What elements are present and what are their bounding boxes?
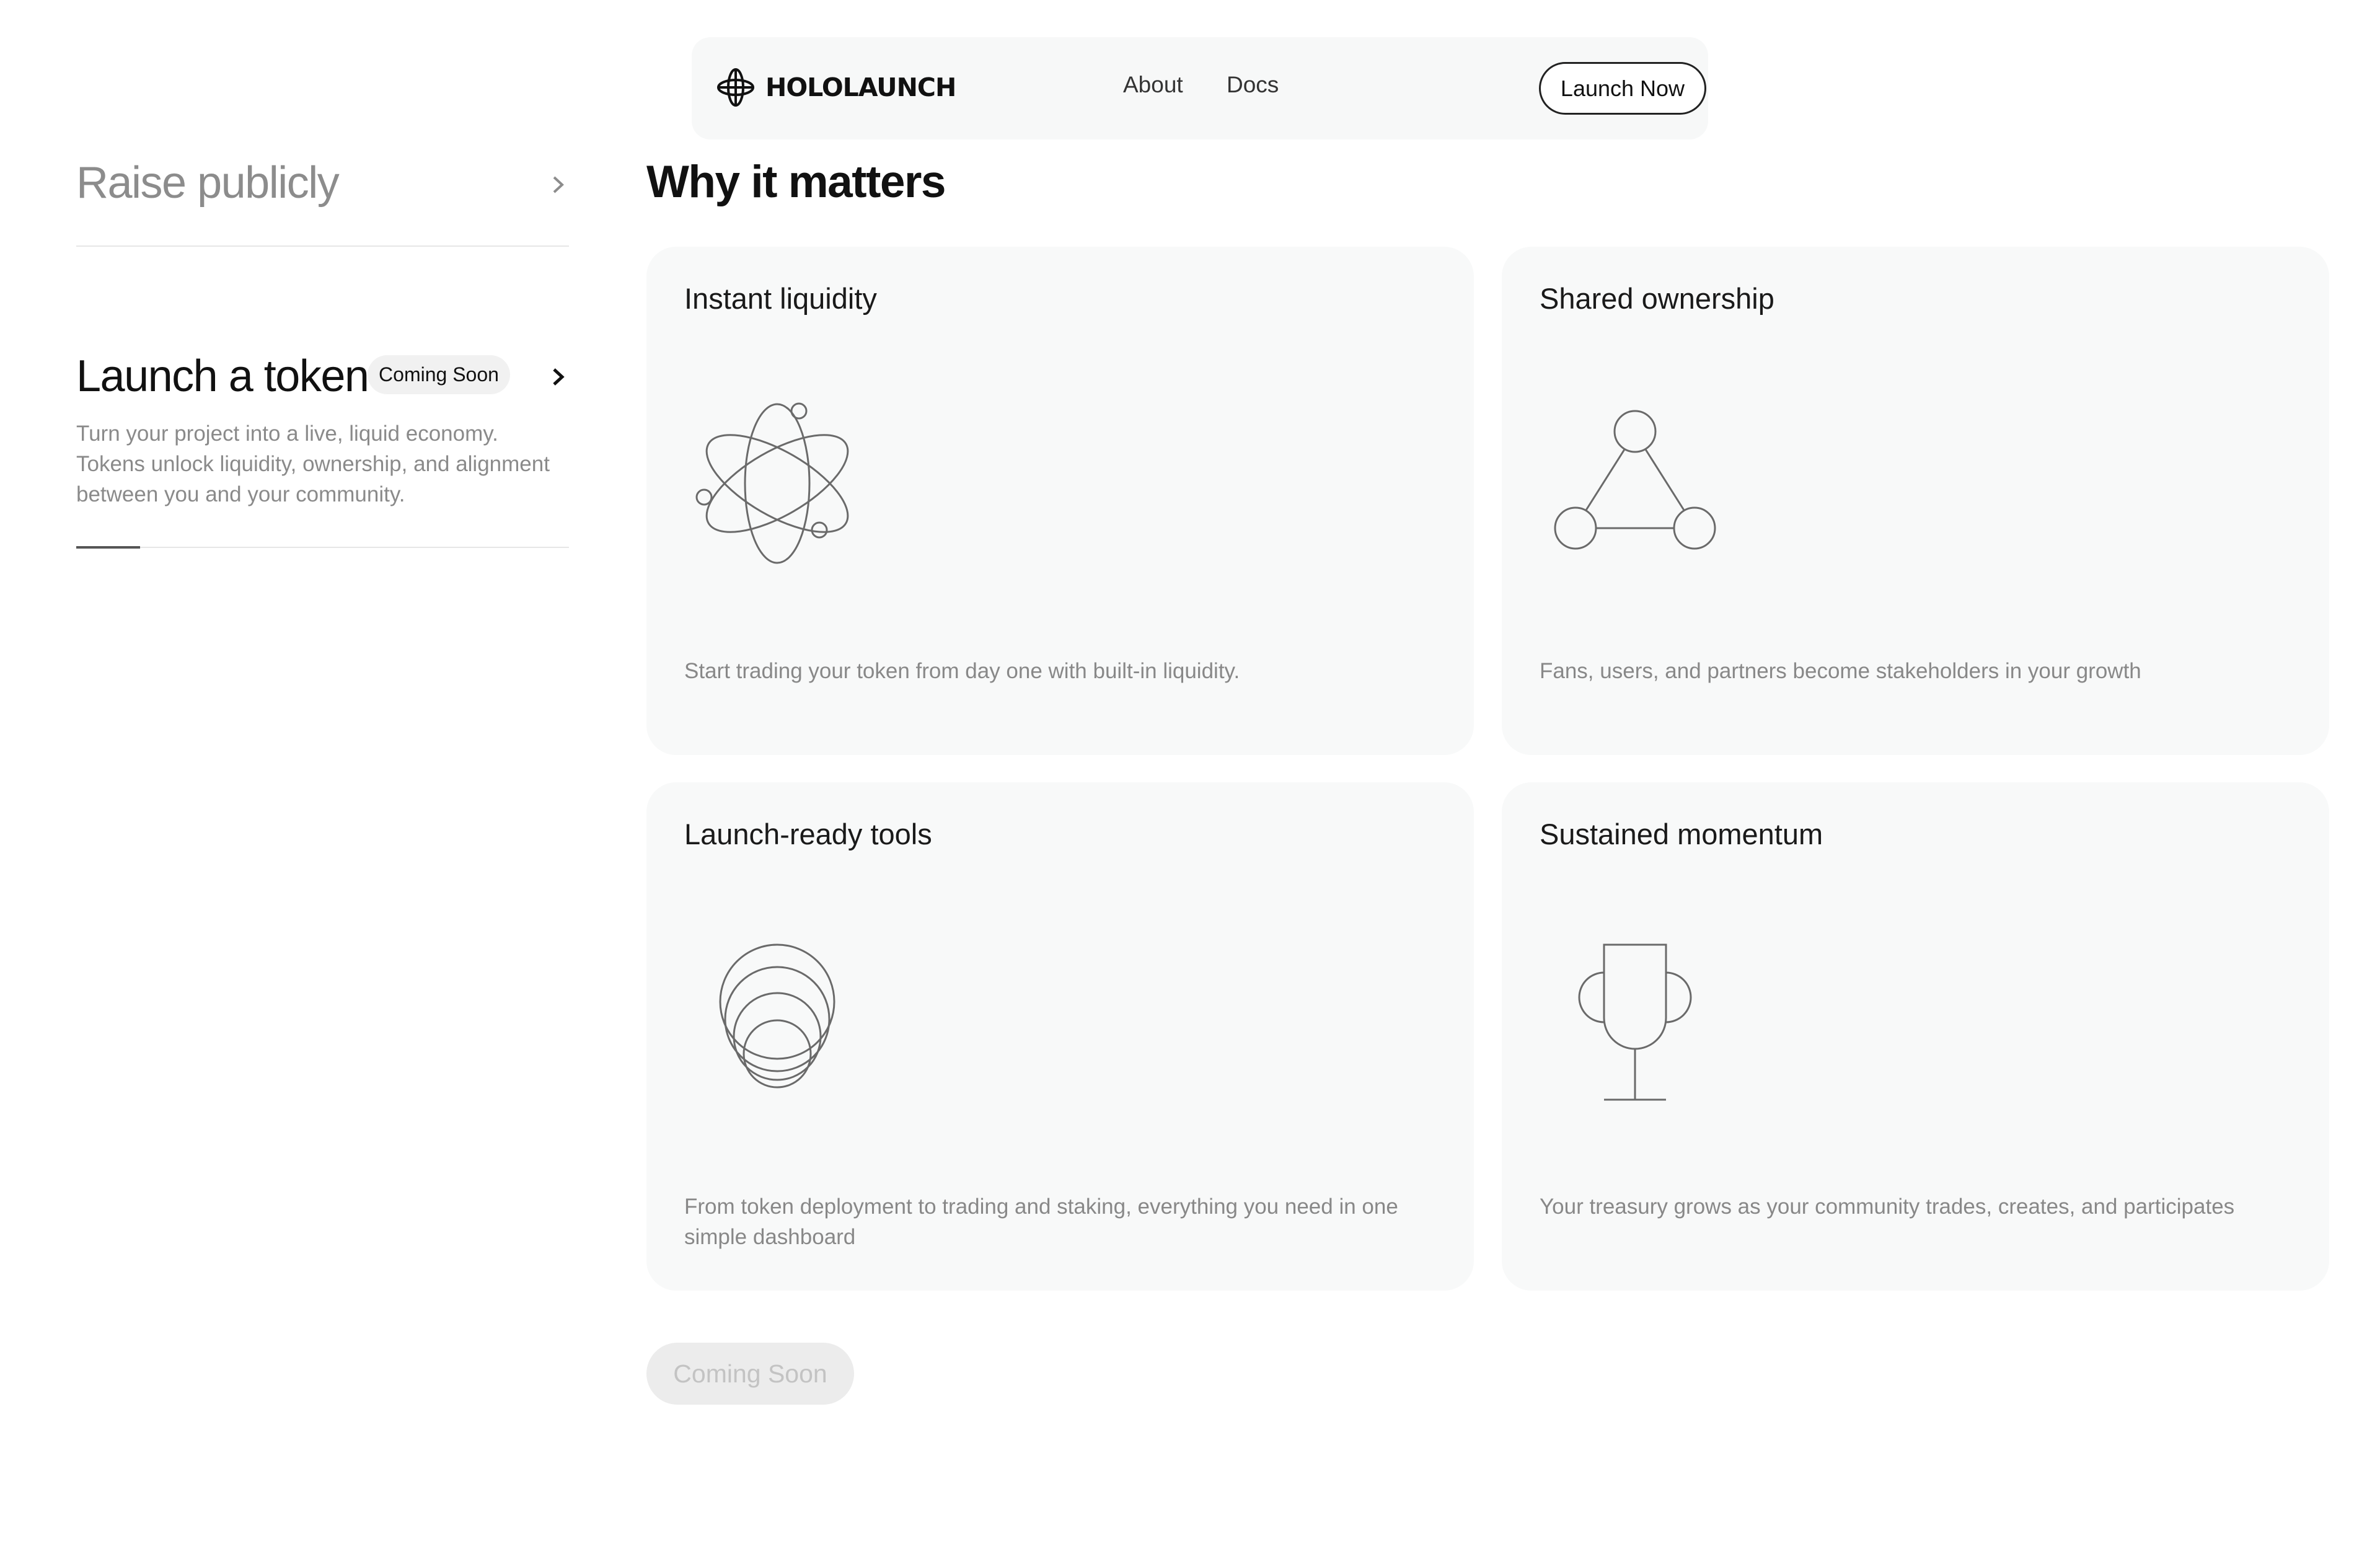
- sidebar-item-description: Turn your project into a live, liquid ec…: [76, 422, 550, 506]
- card-description: Fans, users, and partners become stakeho…: [1540, 659, 2141, 683]
- card-title: Shared ownership: [1540, 282, 1774, 315]
- chevron-right-icon: [553, 368, 565, 386]
- coming-soon-badge: Coming Soon: [368, 355, 510, 394]
- brand-logo[interactable]: HOLOLAUNCH: [716, 67, 956, 108]
- feature-card-shared-ownership: Shared ownership Fans, users, and partne…: [1502, 247, 2329, 755]
- globe-icon: [717, 68, 754, 107]
- launch-now-button[interactable]: Launch Now: [1539, 62, 1706, 115]
- section-title: Why it matters: [646, 157, 946, 207]
- card-title: Launch-ready tools: [684, 818, 932, 850]
- card-description: Start trading your token from day one wi…: [684, 659, 1240, 683]
- feature-card-sustained-momentum: Sustained momentum Your treasury grows a…: [1502, 782, 2329, 1291]
- progress-indicator: [76, 546, 140, 549]
- brand-name: HOLOLAUNCH: [765, 73, 956, 102]
- card-title: Sustained momentum: [1540, 818, 1823, 850]
- feature-card-launch-ready-tools: Launch-ready tools From token deployment…: [646, 782, 1474, 1291]
- chevron-right-icon: [553, 176, 564, 193]
- card-description: Your treasury grows as your community tr…: [1540, 1195, 2235, 1219]
- atom-icon: [695, 402, 849, 564]
- sidebar-item-title: Launch a token: [76, 351, 369, 401]
- coming-soon-button[interactable]: Coming Soon: [646, 1343, 854, 1405]
- divider: [76, 245, 569, 247]
- card-description: From token deployment to trading and sta…: [684, 1195, 1398, 1249]
- stacked-circles-icon: [719, 943, 835, 1089]
- sidebar-item-title: Raise publicly: [76, 158, 340, 208]
- nav-link-about[interactable]: About: [1123, 72, 1183, 98]
- divider: [76, 547, 569, 548]
- card-title: Instant liquidity: [684, 282, 877, 315]
- top-nav: HOLOLAUNCH About Docs Launch Now: [692, 37, 1708, 139]
- network-triangle-icon: [1554, 410, 1716, 550]
- nav-link-docs[interactable]: Docs: [1227, 72, 1279, 98]
- trophy-icon: [1578, 943, 1692, 1101]
- feature-card-instant-liquidity: Instant liquidity Start trading your tok…: [646, 247, 1474, 755]
